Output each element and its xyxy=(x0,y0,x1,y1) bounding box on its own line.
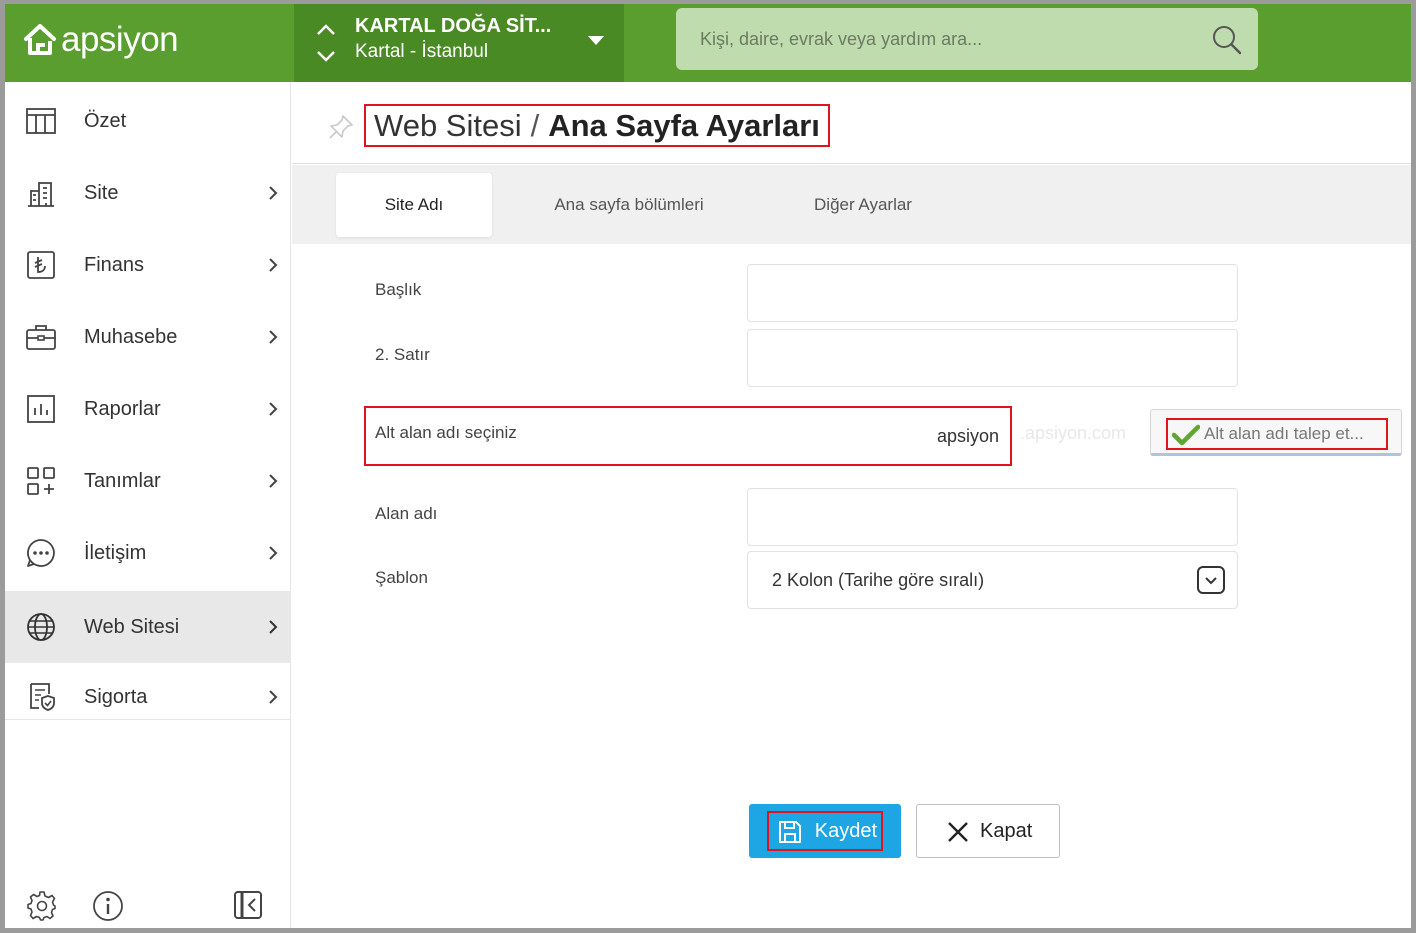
sidebar-item-label: Finans xyxy=(84,253,145,276)
building-icon xyxy=(28,182,54,207)
logo-text: apsiyon xyxy=(61,20,179,59)
sidebar-item-site[interactable]: Site xyxy=(5,157,291,229)
sidebar-item-iletisim[interactable]: İletişim xyxy=(5,517,291,589)
page-title: Web Sitesi / Ana Sayfa Ayarları xyxy=(364,104,830,147)
checkmark-icon xyxy=(1172,424,1200,446)
alan-adi-input[interactable] xyxy=(748,489,1237,545)
satir2-label: 2. Satır xyxy=(375,345,430,364)
sidebar-item-label: İletişim xyxy=(84,541,147,564)
sidebar: Özet Site Finans Muhasebe Raporlar Tanım… xyxy=(5,82,291,928)
request-subdomain-label: Alt alan adı talep et... xyxy=(1204,424,1364,443)
chevron-right-icon xyxy=(269,474,278,488)
sidebar-item-label: Tanımlar xyxy=(84,469,161,492)
search-icon[interactable] xyxy=(1212,25,1242,55)
subdomain-label: Alt alan adı seçiniz xyxy=(375,423,517,442)
save-icon xyxy=(779,821,801,843)
apsiyon-logo[interactable]: apsiyon xyxy=(21,20,179,60)
chevron-right-icon xyxy=(269,330,278,344)
sablon-select[interactable]: 2 Kolon (Tarihe göre sıralı) xyxy=(747,551,1238,609)
alan-adi-field[interactable] xyxy=(747,488,1238,546)
settings-icon[interactable] xyxy=(26,889,58,921)
sidebar-item-web-sitesi[interactable]: Web Sitesi xyxy=(5,591,291,663)
chevron-right-icon xyxy=(269,258,278,272)
chevron-right-icon xyxy=(269,186,278,200)
sablon-label: Şablon xyxy=(375,568,428,587)
grid-plus-icon xyxy=(27,467,55,495)
breadcrumb-section[interactable]: Web Sitesi xyxy=(374,108,522,144)
sidebar-item-label: Özet xyxy=(84,109,127,132)
collapse-sidebar-icon[interactable] xyxy=(232,889,264,921)
save-label: Kaydet xyxy=(814,819,877,842)
subdomain-input[interactable]: apsiyon xyxy=(747,408,1009,464)
home-logo-icon xyxy=(24,24,56,55)
sidebar-divider xyxy=(5,719,291,720)
tab-ana-sayfa-bolumleri[interactable]: Ana sayfa bölümleri xyxy=(514,173,744,237)
report-chart-icon xyxy=(27,395,55,423)
tab-diger-ayarlar[interactable]: Diğer Ayarlar xyxy=(778,173,948,237)
baslik-input[interactable] xyxy=(748,265,1237,321)
page-header: Web Sitesi / Ana Sayfa Ayarları xyxy=(292,82,1411,164)
save-button[interactable]: Kaydet xyxy=(749,804,901,858)
subdomain-suffix: .apsiyon.com xyxy=(1020,423,1127,443)
site-switcher[interactable]: KARTAL DOĞA SİT... Kartal - İstanbul xyxy=(294,4,624,82)
info-icon[interactable] xyxy=(92,890,124,922)
site-location: Kartal - İstanbul xyxy=(355,41,489,62)
request-subdomain-button[interactable]: Alt alan adı talep et... xyxy=(1150,409,1402,456)
chevron-right-icon xyxy=(269,620,278,634)
app-window: apsiyon KARTAL DOĞA SİT... Kartal - İsta… xyxy=(0,0,1416,933)
globe-icon xyxy=(27,613,55,641)
sablon-selected-value: 2 Kolon (Tarihe göre sıralı) xyxy=(772,569,985,590)
global-search[interactable] xyxy=(676,8,1258,70)
main-content: Web Sitesi / Ana Sayfa Ayarları Site Adı… xyxy=(292,82,1411,928)
sidebar-item-label: Muhasebe xyxy=(84,325,178,348)
search-input[interactable] xyxy=(676,8,1258,70)
chevron-right-icon xyxy=(269,546,278,560)
baslik-label: Başlık xyxy=(375,280,422,299)
tab-bar: Site Adı Ana sayfa bölümleri Diğer Ayarl… xyxy=(292,165,1411,244)
chevron-right-icon xyxy=(269,690,278,704)
alan-adi-label: Alan adı xyxy=(375,504,438,523)
tab-site-adi[interactable]: Site Adı xyxy=(336,173,492,237)
top-bar: apsiyon KARTAL DOĞA SİT... Kartal - İsta… xyxy=(5,4,1411,82)
save-highlight: Kaydet xyxy=(767,811,883,851)
lira-icon xyxy=(27,251,55,279)
close-label: Kapat xyxy=(980,819,1033,842)
sidebar-item-raporlar[interactable]: Raporlar xyxy=(5,373,291,445)
close-button[interactable]: Kapat xyxy=(916,804,1060,858)
sidebar-item-tanimlar[interactable]: Tanımlar xyxy=(5,445,291,517)
select-caret[interactable] xyxy=(1197,566,1225,594)
sidebar-item-label: Site xyxy=(84,181,119,204)
caret-down-icon[interactable] xyxy=(587,35,605,47)
satir2-field[interactable] xyxy=(747,329,1238,387)
satir2-input[interactable] xyxy=(748,330,1237,386)
table-icon xyxy=(26,108,56,134)
sidebar-item-label: Raporlar xyxy=(84,397,161,420)
site-name: KARTAL DOĞA SİT... xyxy=(355,15,552,37)
baslik-field[interactable] xyxy=(747,264,1238,322)
sidebar-item-label: Web Sitesi xyxy=(84,615,180,638)
sidebar-footer xyxy=(5,881,291,928)
up-down-arrows-icon[interactable] xyxy=(316,16,336,68)
insurance-doc-icon xyxy=(30,683,55,711)
breadcrumb-current: Ana Sayfa Ayarları xyxy=(548,107,820,143)
close-icon xyxy=(948,822,968,842)
sidebar-item-muhasebe[interactable]: Muhasebe xyxy=(5,301,291,373)
briefcase-icon xyxy=(26,325,56,350)
sidebar-item-sigorta[interactable]: Sigorta xyxy=(5,661,291,733)
request-subdomain-highlight: Alt alan adı talep et... xyxy=(1166,418,1388,450)
chevron-down-icon xyxy=(1205,577,1217,585)
sidebar-item-finans[interactable]: Finans xyxy=(5,229,291,301)
breadcrumb-separator: / xyxy=(530,107,540,143)
pin-icon[interactable] xyxy=(328,114,354,140)
sidebar-item-label: Sigorta xyxy=(84,685,148,708)
chat-dots-icon xyxy=(27,539,55,567)
chevron-right-icon xyxy=(269,402,278,416)
sidebar-item-ozet[interactable]: Özet xyxy=(5,85,291,157)
